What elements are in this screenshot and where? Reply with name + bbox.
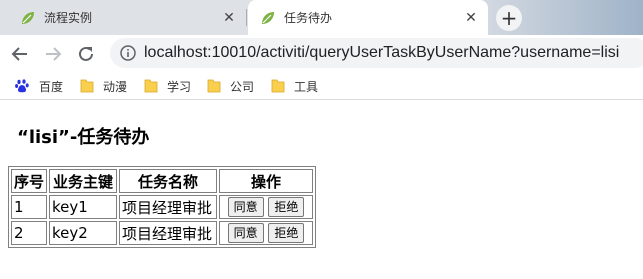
- arrow-right-icon: [46, 47, 62, 61]
- bookmark-label: 动漫: [103, 79, 128, 94]
- bookmark-label: 工具: [294, 79, 319, 94]
- folder-icon: [144, 79, 158, 93]
- tab-process-instances[interactable]: 流程实例 ✕: [0, 0, 246, 35]
- leaf-favicon-icon: [262, 12, 274, 24]
- page-content: “lisi”-任务待办 序号 业务主键 任务名称 操作 1 key1 项目经理审…: [0, 101, 643, 279]
- address-bar[interactable]: localhost:10010/activiti/queryUserTaskBy…: [110, 38, 643, 68]
- task-table: 序号 业务主键 任务名称 操作 1 key1 项目经理审批 同意 拒绝 2 ke…: [8, 166, 317, 248]
- page-title: “lisi”-任务待办: [17, 127, 150, 148]
- reload-icon: [79, 46, 93, 61]
- arrow-left-icon: [11, 47, 27, 61]
- table-row: 2 key2 项目经理审批 同意 拒绝: [11, 221, 314, 245]
- info-icon[interactable]: [120, 45, 136, 61]
- bookmark-label: 百度: [39, 79, 64, 94]
- folder-icon: [271, 79, 285, 93]
- cell-business-key: key1: [49, 195, 118, 219]
- cell-task-name: 项目经理审批: [119, 221, 218, 245]
- new-tab-button[interactable]: +: [496, 5, 522, 31]
- cell-task-name: 项目经理审批: [119, 195, 218, 219]
- cell-business-key: key2: [49, 221, 118, 245]
- forward-button[interactable]: [40, 41, 66, 67]
- url-text[interactable]: localhost:10010/activiti/queryUserTaskBy…: [144, 44, 619, 62]
- tab-pending-tasks[interactable]: 任务待办 ✕: [248, 0, 488, 35]
- header-index: 序号: [11, 169, 48, 193]
- cell-actions: 同意 拒绝: [219, 195, 314, 219]
- back-button[interactable]: [7, 41, 33, 67]
- table-row: 1 key1 项目经理审批 同意 拒绝: [11, 195, 314, 219]
- approve-button[interactable]: 同意: [227, 223, 264, 243]
- bookmark-baidu[interactable]: 百度: [14, 76, 63, 96]
- bookmark-folder-company[interactable]: 公司: [207, 76, 254, 96]
- cell-index: 2: [11, 221, 48, 245]
- bookmark-folder-study[interactable]: 学习: [144, 76, 191, 96]
- folder-icon: [80, 79, 94, 93]
- cell-actions: 同意 拒绝: [219, 221, 314, 245]
- tab-title: 流程实例: [44, 11, 93, 25]
- tab-divider: [246, 9, 247, 26]
- close-tab-icon[interactable]: ✕: [462, 9, 480, 27]
- reject-button[interactable]: 拒绝: [268, 197, 305, 217]
- cell-index: 1: [11, 195, 48, 219]
- bookmark-folder-tools[interactable]: 工具: [271, 76, 318, 96]
- header-actions: 操作: [219, 169, 314, 193]
- folder-icon: [207, 79, 221, 93]
- tab-strip: 流程实例 ✕ 任务待办 ✕ +: [0, 0, 643, 35]
- baidu-paw-icon: [15, 79, 29, 93]
- leaf-favicon-icon: [22, 12, 34, 24]
- tab-title: 任务待办: [284, 11, 333, 25]
- header-task-name: 任务名称: [119, 169, 218, 193]
- bookmark-label: 公司: [230, 79, 255, 94]
- browser-toolbar: localhost:10010/activiti/queryUserTaskBy…: [0, 35, 643, 72]
- close-tab-icon[interactable]: ✕: [220, 9, 238, 27]
- reject-button[interactable]: 拒绝: [268, 223, 305, 243]
- reload-button[interactable]: [73, 41, 99, 67]
- header-business-key: 业务主键: [49, 169, 118, 193]
- approve-button[interactable]: 同意: [227, 197, 264, 217]
- table-header-row: 序号 业务主键 任务名称 操作: [11, 169, 314, 193]
- bookmark-label: 学习: [167, 79, 192, 94]
- bookmark-folder-anime[interactable]: 动漫: [80, 76, 127, 96]
- bookmarks-bar: 百度 动漫 学习 公司 工具: [0, 72, 643, 100]
